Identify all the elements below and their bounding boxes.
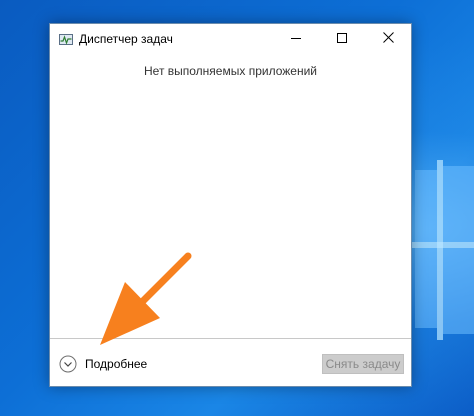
footer-divider: [50, 338, 411, 339]
windows-logo-tile-top-right: [443, 166, 474, 242]
windows-logo-gap-vertical: [437, 160, 443, 340]
windows-logo-tile-bottom-left: [415, 248, 437, 328]
close-button[interactable]: [365, 24, 411, 54]
windows-logo-tile-bottom-right: [443, 248, 474, 334]
windows-logo-tile-top-left: [415, 170, 437, 242]
more-details-toggle[interactable]: Подробнее: [59, 354, 147, 374]
minimize-button[interactable]: [273, 24, 319, 54]
minimize-icon: [291, 30, 301, 48]
end-task-button[interactable]: Снять задачу: [322, 354, 404, 374]
maximize-icon: [337, 30, 347, 48]
task-manager-window[interactable]: Диспетчер задач Нет выполняемых приложен…: [49, 23, 412, 387]
empty-apps-message: Нет выполняемых приложений: [144, 64, 317, 78]
maximize-button[interactable]: [319, 24, 365, 54]
window-title: Диспетчер задач: [79, 32, 173, 46]
title-bar[interactable]: Диспетчер задач: [50, 24, 411, 54]
close-icon: [382, 30, 394, 48]
more-details-label[interactable]: Подробнее: [85, 357, 147, 371]
chevron-down-circle-icon[interactable]: [59, 355, 77, 373]
task-manager-icon: [59, 33, 73, 45]
